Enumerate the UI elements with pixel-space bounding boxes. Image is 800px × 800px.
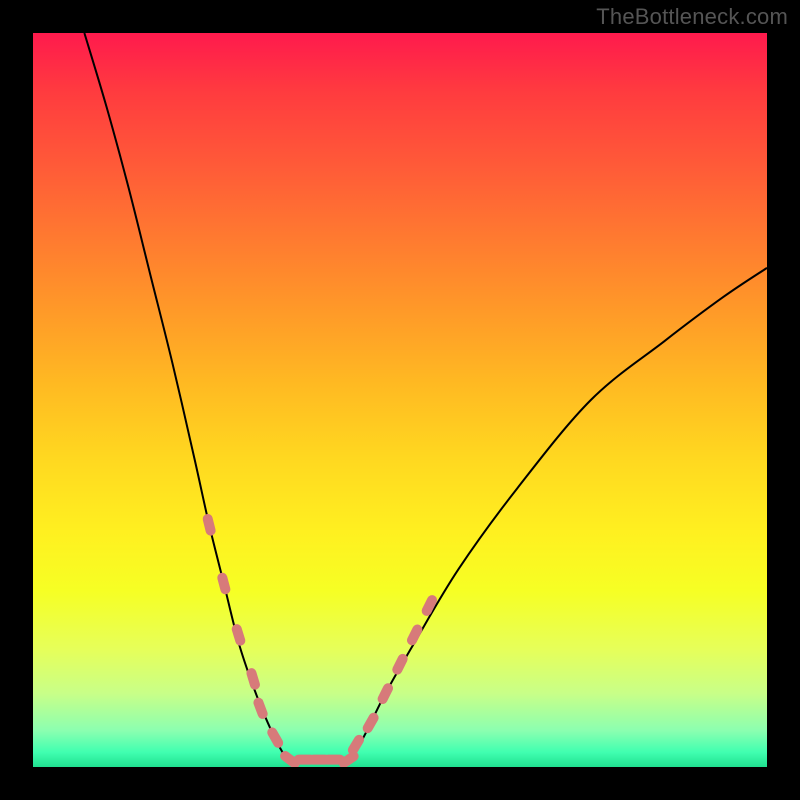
curve-marker (265, 726, 285, 750)
curve-marker (376, 682, 395, 706)
curve-marker (202, 513, 217, 537)
curve-marker (245, 667, 261, 691)
chart-svg (33, 33, 767, 767)
curve-marker (216, 572, 231, 596)
chart-frame: TheBottleneck.com (0, 0, 800, 800)
curve-marker (361, 711, 381, 735)
plot-area (33, 33, 767, 767)
curve-marker (391, 652, 410, 676)
watermark: TheBottleneck.com (596, 4, 788, 30)
v-curve (84, 33, 767, 761)
curve-marker (252, 696, 269, 720)
curve-marker (231, 623, 247, 647)
curve-marker (405, 623, 424, 647)
